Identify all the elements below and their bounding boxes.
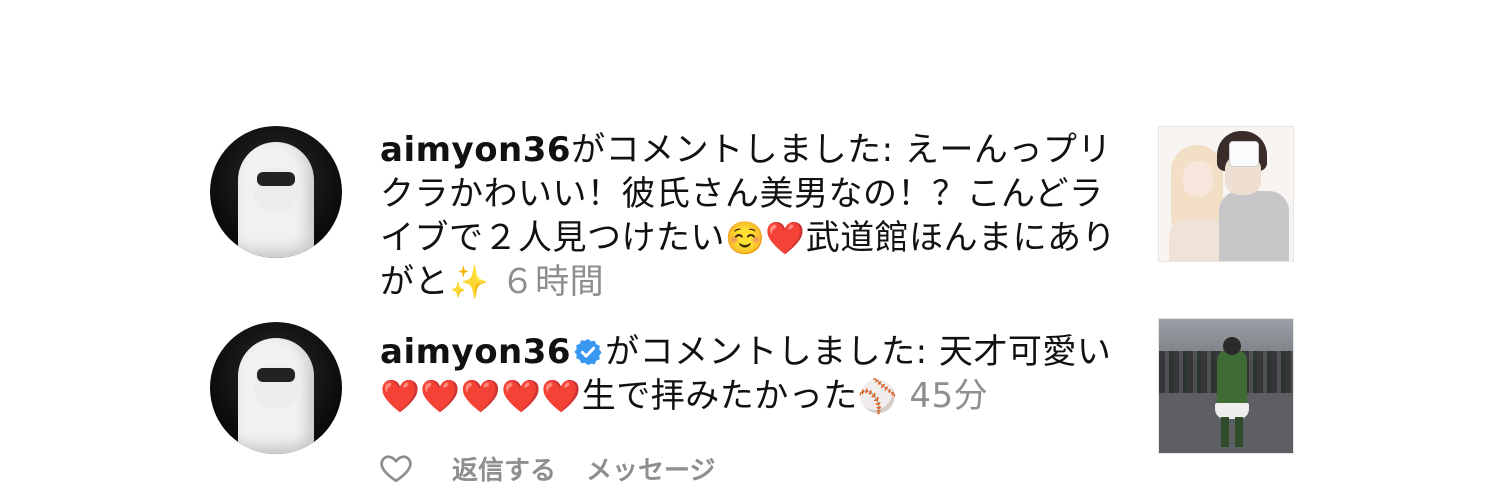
timestamp: ６時間 [500,262,605,302]
verified-badge-icon [574,338,602,366]
comment-text: 生で拝みたかった [581,376,858,416]
notification-text: aimyon36がコメントしました: えーんっプリクラかわいい！彼氏さん美男なの… [380,128,1120,304]
sparkles-emoji: ✨ [449,263,490,301]
thumbnail-shape [1219,191,1289,261]
heart-emoji: ❤️ [765,219,806,257]
comment-text: がコメントしました: 天才可愛い [605,332,1112,372]
thumbnail-shape [1223,337,1241,355]
notification-text: aimyon36 がコメントしました: 天才可愛い ❤️❤️❤️❤️❤️生で拝みた… [380,330,1120,418]
post-thumbnail[interactable] [1158,126,1294,262]
username-link[interactable]: aimyon36 [380,332,571,372]
thumbnail-shape [1183,161,1213,197]
heart-outline-icon[interactable] [378,450,414,486]
baseball-emoji: ⚾ [857,377,899,415]
username-link[interactable]: aimyon36 [380,130,571,170]
reply-button[interactable]: 返信する [452,450,556,487]
thumbnail-shape [1235,417,1243,447]
notification-actions: 返信する メッセージ [378,448,746,488]
thumbnail-shape [1229,141,1259,167]
user-avatar[interactable] [210,126,342,258]
avatar-eyes-shape [257,368,295,382]
message-button[interactable]: メッセージ [586,450,715,487]
thumbnail-shape [1221,417,1229,447]
user-avatar[interactable] [210,322,342,454]
post-thumbnail[interactable] [1158,318,1294,454]
thumbnail-shape [1217,349,1247,409]
timestamp: 45分 [909,376,989,416]
hearts-emoji: ❤️❤️❤️❤️❤️ [380,377,582,415]
avatar-eyes-shape [257,172,295,186]
smile-emoji: ☺️ [725,219,766,257]
